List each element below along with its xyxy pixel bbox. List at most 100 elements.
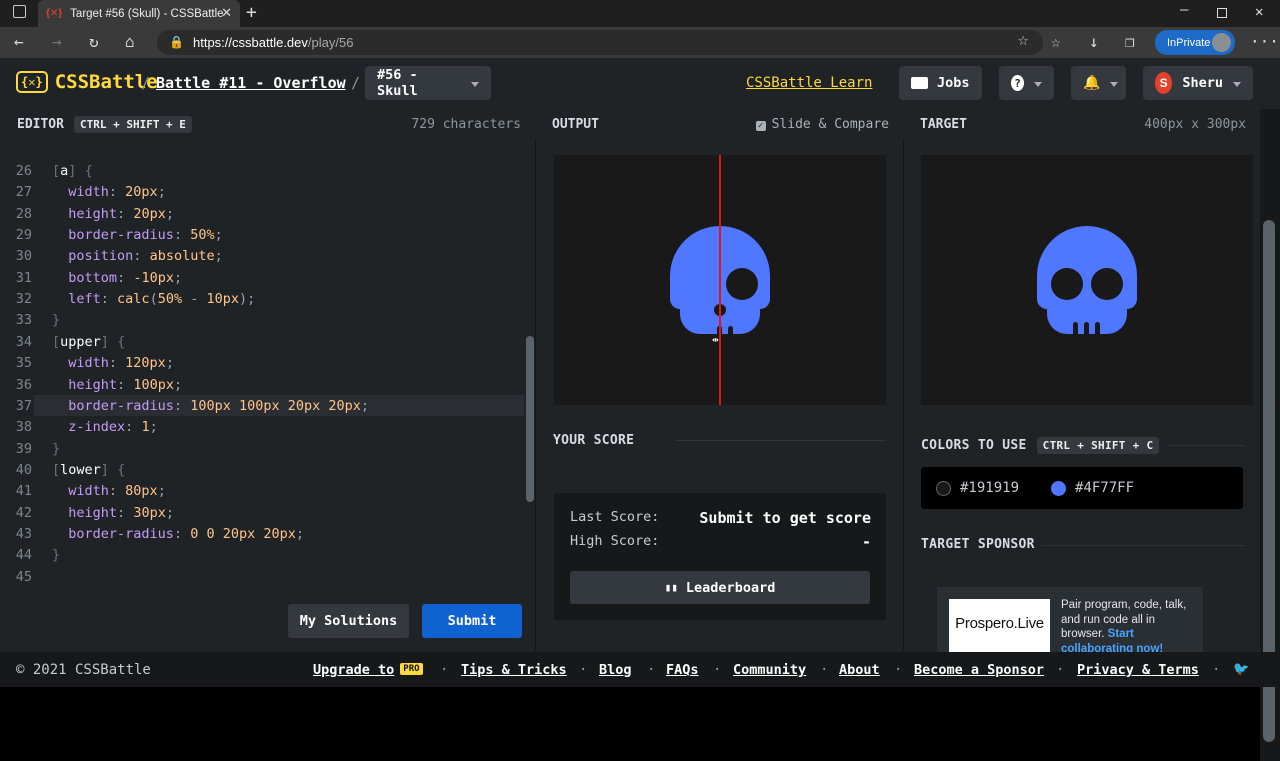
target-title: TARGET	[920, 116, 967, 132]
footer-link-privacy[interactable]: Privacy & Terms	[1077, 662, 1199, 678]
swatch-icon	[1051, 480, 1067, 496]
code-line[interactable]: border-radius: 0 0 20px 20px;	[52, 524, 304, 545]
line-number: 26	[15, 163, 32, 179]
code-line[interactable]: border-radius: 50%;	[52, 225, 222, 246]
divider	[1169, 445, 1244, 446]
code-line[interactable]: width: 20px;	[52, 182, 166, 203]
home-icon[interactable]: ⌂	[125, 32, 135, 51]
submit-button[interactable]: Submit	[422, 604, 522, 638]
main-area: EDITOR CTRL + SHIFT + E 729 characters 2…	[0, 109, 1280, 761]
tab-actions-icon[interactable]	[13, 5, 26, 18]
colors-title-text: COLORS TO USE	[921, 438, 1027, 453]
upgrade-label: Upgrade to	[313, 662, 395, 678]
sponsor-title: TARGET SPONSOR	[921, 537, 1035, 552]
learn-link[interactable]: CSSBattle Learn	[746, 75, 872, 91]
target-size: 400px x 300px	[1144, 116, 1246, 132]
collections-icon[interactable]: ❐	[1125, 32, 1135, 51]
chevron-down-icon	[1233, 81, 1241, 87]
footer-separator: ·	[1056, 662, 1065, 678]
footer-separator: ·	[440, 662, 449, 678]
leaderboard-label: Leaderboard	[685, 579, 776, 596]
footer-link-community[interactable]: Community	[733, 662, 806, 678]
target-header: TARGET 400px x 300px	[903, 109, 1260, 139]
new-tab-icon[interactable]: +	[246, 2, 257, 23]
battle-link[interactable]: Battle #11 - Overflow	[156, 74, 346, 92]
score-box: Last Score: Submit to get score High Sco…	[554, 493, 886, 620]
code-line[interactable]: }	[52, 545, 60, 566]
code-line[interactable]: height: 20px;	[52, 204, 174, 225]
footer-separator: ·	[713, 662, 722, 678]
slide-compare-divider[interactable]	[719, 155, 721, 405]
avatar: S	[1155, 72, 1173, 94]
close-tab-icon[interactable]: ✕	[221, 5, 232, 21]
target-selector[interactable]: #56 - Skull	[365, 66, 491, 100]
leaderboard-button[interactable]: ▮▮ Leaderboard	[570, 571, 870, 604]
refresh-icon[interactable]: ↻	[89, 32, 99, 51]
forward-icon[interactable]: →	[52, 32, 62, 51]
code-editor[interactable]: 26 [a] {27 width: 20px; 28 height: 20px; 29…	[0, 139, 535, 652]
code-line[interactable]: }	[52, 310, 60, 331]
cssbattle-logo[interactable]: {✕} CSSBattle	[16, 71, 158, 93]
footer-link-blog[interactable]: Blog	[599, 662, 632, 678]
inprivate-badge[interactable]: InPrivate	[1155, 30, 1235, 55]
lock-icon: 🔒	[169, 35, 184, 49]
resize-cursor-icon: ⇹	[712, 333, 719, 346]
favorites-icon[interactable]: ☆	[1051, 32, 1061, 51]
footer-link-faqs[interactable]: FAQs	[666, 662, 699, 678]
my-solutions-button[interactable]: My Solutions	[288, 604, 409, 638]
logo-mark-icon: {✕}	[16, 71, 48, 93]
more-menu-icon[interactable]: ···	[1250, 32, 1279, 51]
browser-tab[interactable]: {✕} Target #56 (Skull) - CSSBattle ✕	[38, 0, 240, 27]
code-line[interactable]: height: 100px;	[52, 375, 182, 396]
user-name: Sheru	[1182, 75, 1223, 91]
slide-compare-toggle[interactable]: ✓ Slide & Compare	[755, 117, 889, 132]
high-score-value: -	[861, 533, 871, 551]
code-line[interactable]: z-index: 1;	[52, 417, 157, 438]
footer-link-sponsor[interactable]: Become a Sponsor	[914, 662, 1044, 678]
code-line[interactable]: }	[52, 439, 60, 460]
line-number: 45	[15, 568, 32, 585]
code-line[interactable]: [lower] {	[52, 460, 125, 481]
code-line[interactable]: width: 120px;	[52, 353, 174, 374]
code-line[interactable]: position: absolute;	[52, 246, 222, 267]
output-canvas[interactable]: ⇹	[554, 155, 886, 405]
code-line[interactable]: width: 80px;	[52, 481, 166, 502]
back-icon[interactable]: ←	[14, 32, 24, 51]
line-number: 41	[15, 483, 32, 500]
code-line[interactable]: left: calc(50% - 10px);	[52, 289, 255, 310]
code-line[interactable]: [upper] {	[52, 332, 125, 353]
jobs-button[interactable]: Jobs	[899, 66, 982, 100]
favorite-add-icon[interactable]: ☆	[1017, 33, 1029, 49]
maximize-icon[interactable]	[1217, 8, 1227, 18]
help-icon: ?	[1011, 75, 1024, 91]
code-line[interactable]: [a] {	[52, 161, 93, 182]
footer-link-upgrade[interactable]: Upgrade to PRO	[313, 662, 423, 678]
color-chip-blue[interactable]: #4F77FF	[1051, 480, 1134, 496]
footer-separator: ·	[647, 662, 656, 678]
help-button[interactable]: ?	[999, 66, 1054, 100]
checkbox-checked-icon[interactable]: ✓	[755, 120, 766, 131]
url-field[interactable]: 🔒 https://cssbattle.dev/play/56 ☆	[157, 30, 1043, 55]
id-card-icon	[911, 77, 928, 89]
sponsor-card[interactable]: Prospero.Live Pair program, code, talk, …	[937, 587, 1203, 652]
downloads-icon[interactable]: ↓	[1089, 32, 1099, 51]
chevron-down-icon	[471, 81, 479, 87]
notifications-button[interactable]: 🔔	[1071, 66, 1126, 100]
line-number: 30	[15, 248, 32, 265]
editor-scrollbar[interactable]	[526, 336, 534, 502]
twitter-icon[interactable]: 🐦	[1233, 662, 1249, 677]
code-line[interactable]: border-radius: 100px 100px 20px 20px;	[52, 396, 369, 417]
footer-link-tips[interactable]: Tips & Tricks	[461, 662, 567, 678]
minimize-icon[interactable]: –	[1180, 2, 1188, 18]
tab-title: Target #56 (Skull) - CSSBattle	[70, 7, 224, 20]
url-path: /play/56	[307, 35, 354, 50]
code-line[interactable]: height: 30px;	[52, 503, 174, 524]
code-line[interactable]: bottom: -10px;	[52, 268, 182, 289]
footer-link-about[interactable]: About	[839, 662, 880, 678]
color-chip-dark[interactable]: #191919	[936, 480, 1019, 496]
target-canvas[interactable]	[921, 155, 1253, 405]
close-window-icon[interactable]: ✕	[1255, 4, 1263, 20]
last-score-label: Last Score:	[570, 509, 660, 525]
user-menu[interactable]: S Sheru	[1143, 66, 1253, 100]
swatch-icon	[936, 480, 951, 496]
